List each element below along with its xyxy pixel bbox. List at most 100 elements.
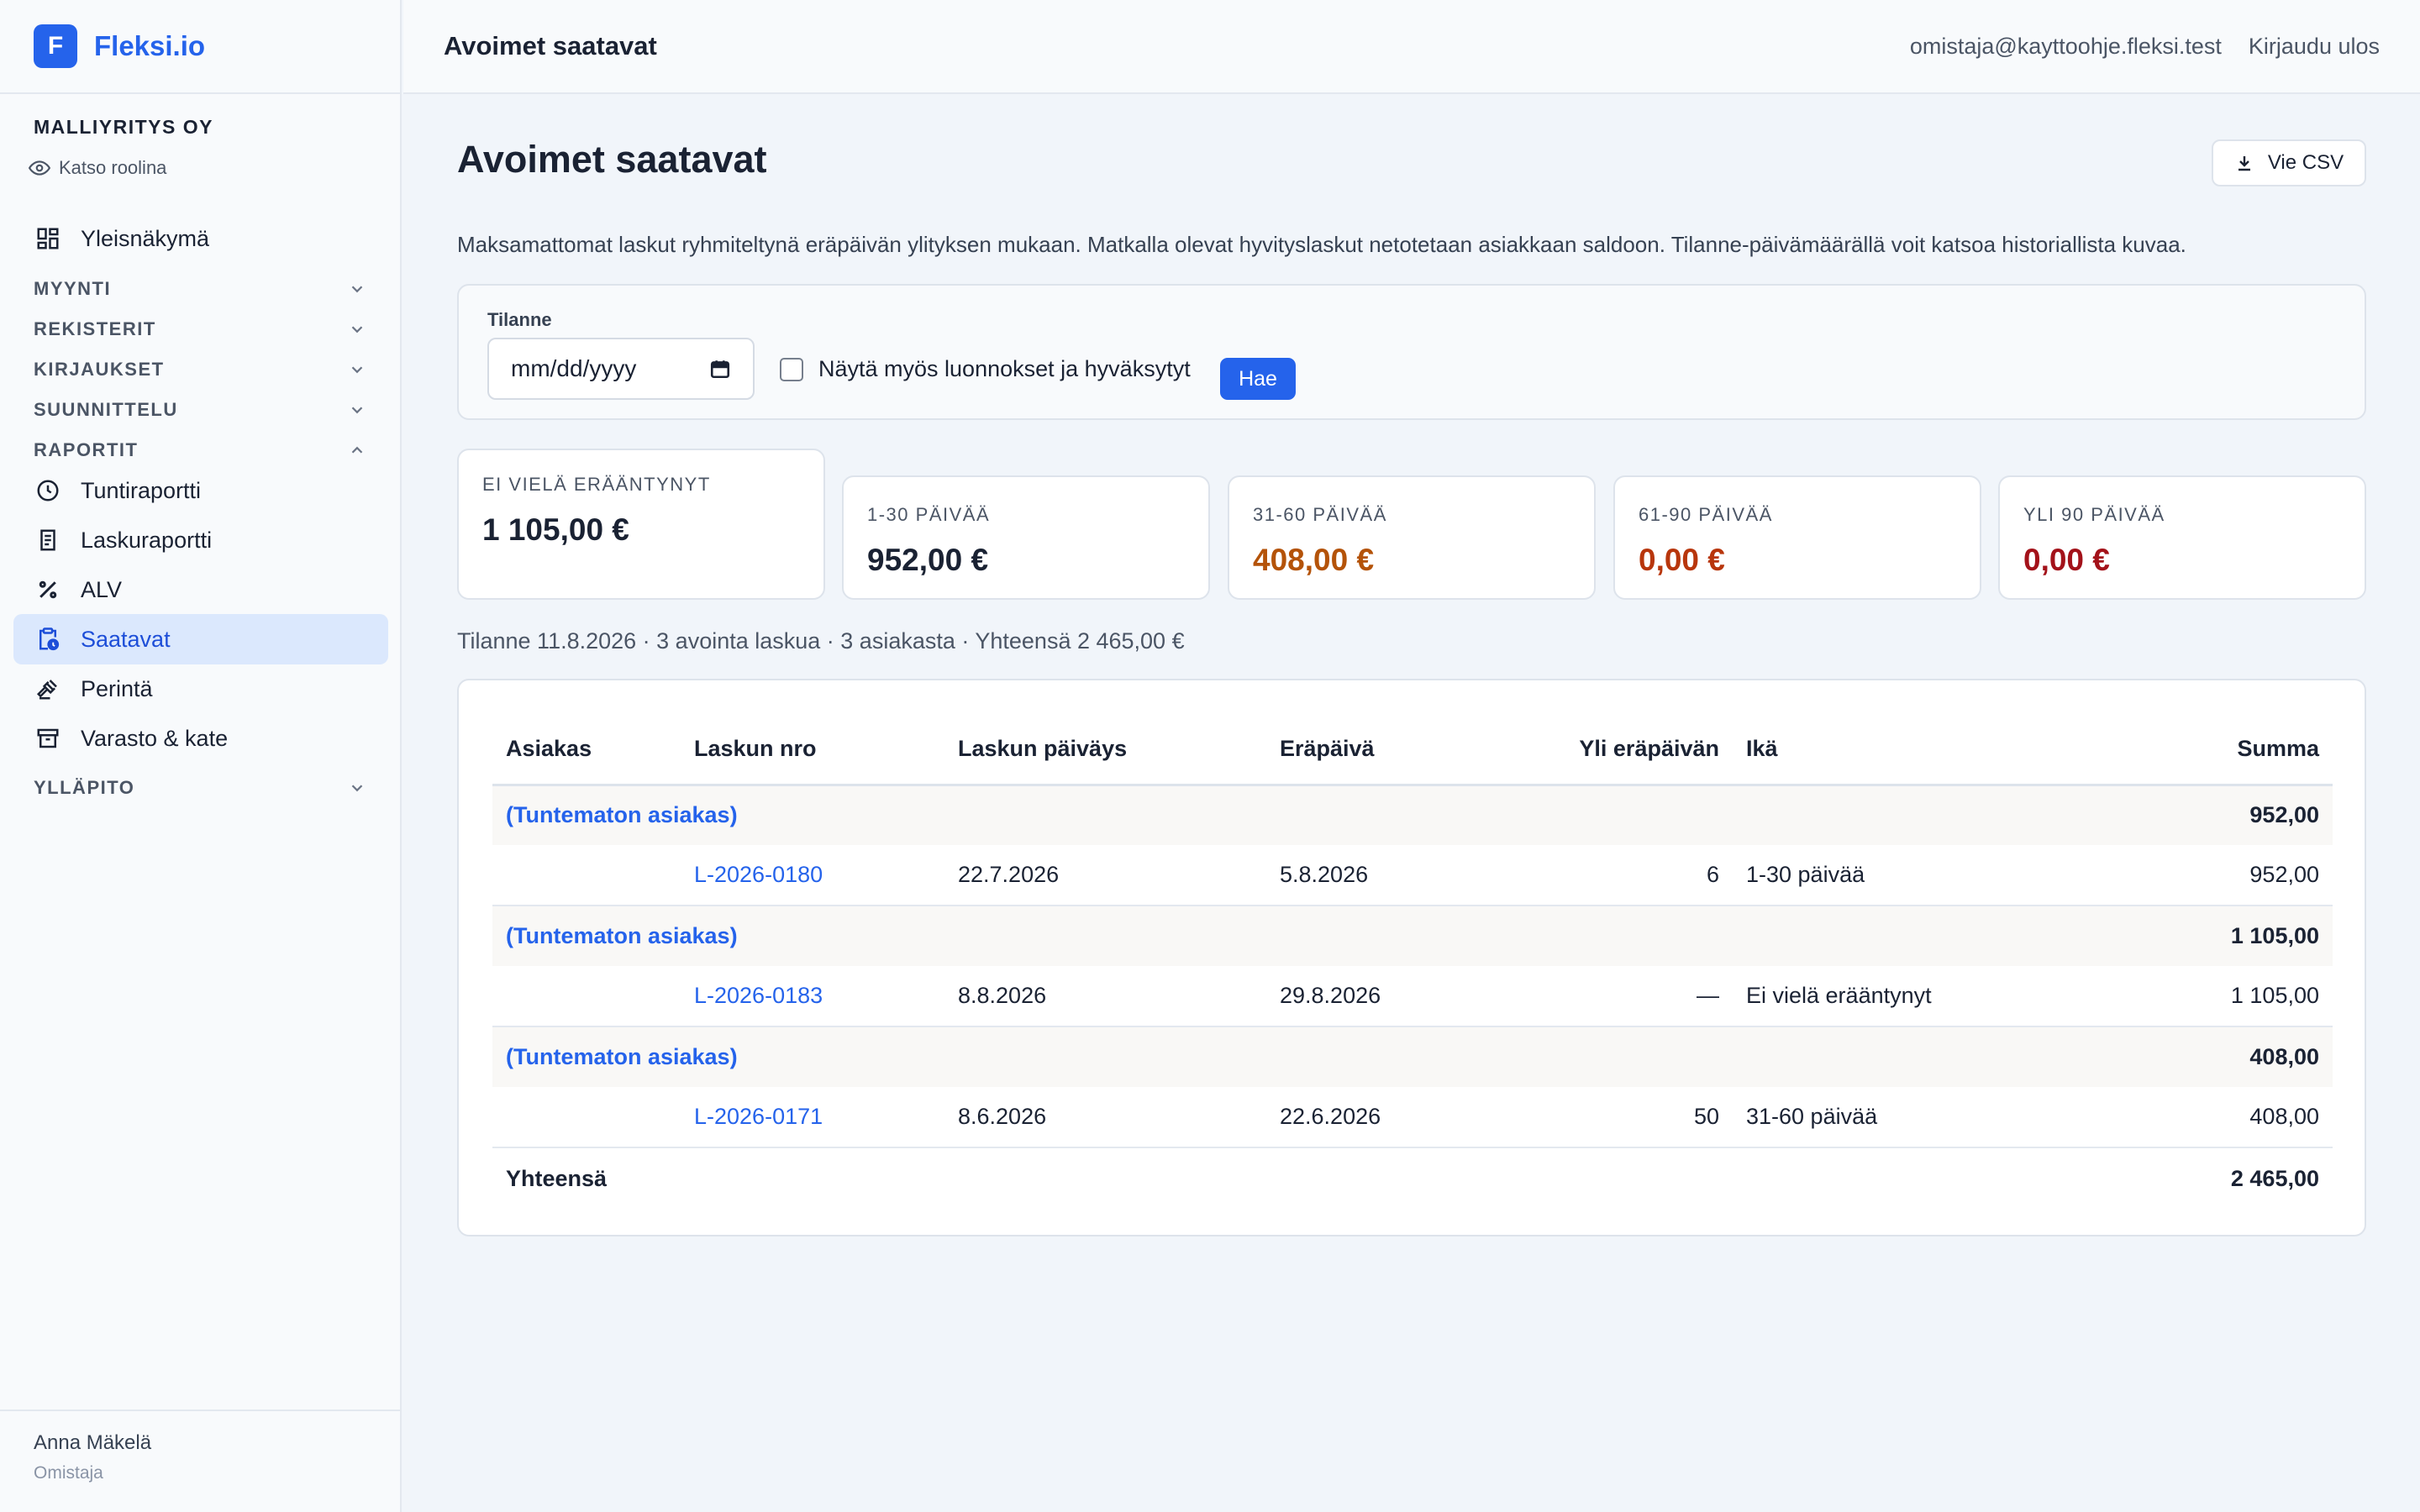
customer-total: 952,00 [2069, 785, 2333, 845]
column-header[interactable]: Laskun nro [681, 714, 944, 786]
logout-link[interactable]: Kirjaudu ulos [2249, 34, 2380, 60]
customer-group-row: (Tuntematon asiakas) 408,00 [492, 1026, 2333, 1087]
archive-box-icon [37, 728, 59, 748]
dashboard-icon [37, 228, 59, 249]
company-name: MALLIYRITYS OY [34, 116, 213, 138]
table-row: L-2026-0180 22.7.2026 5.8.2026 6 1-30 pä… [492, 845, 2333, 906]
nav-section-reports[interactable]: RAPORTIT [34, 433, 366, 467]
invoice-number-link[interactable]: L-2026-0180 [681, 845, 944, 906]
table-total-row: Yhteensä 2 465,00 [492, 1147, 2333, 1210]
section-label: SUUNNITTELU [34, 399, 178, 420]
nav-section-sales[interactable]: MYYNTI [34, 272, 366, 306]
sidebar-item-receivables[interactable]: Saatavat [13, 614, 388, 664]
column-header[interactable]: Asiakas [492, 714, 681, 786]
age-bucket: Ei vielä erääntynyt [1733, 966, 2069, 1027]
include-drafts-checkbox[interactable] [780, 357, 803, 381]
receipt-icon [40, 529, 55, 551]
search-button[interactable]: Hae [1220, 358, 1296, 400]
section-label: KIRJAUKSET [34, 359, 165, 380]
chevron-down-icon [351, 326, 363, 333]
customer-link[interactable]: (Tuntematon asiakas) [492, 1026, 944, 1087]
invoice-amount: 408,00 [2069, 1087, 2333, 1148]
column-header[interactable]: Summa [2069, 714, 2333, 786]
sidebar-item-collection[interactable]: Perintä [13, 664, 388, 714]
chevron-down-icon [351, 286, 363, 293]
chevron-down-icon [351, 366, 363, 374]
filter-card: Tilanne mm/dd/yyyy Näytä myös luonnokset… [457, 284, 2366, 420]
sidebar-item-label: Yleisnäkymä [81, 225, 210, 251]
age-bucket: 1-30 päivää [1733, 845, 2069, 906]
summary-card-1-30: 1-30 PÄIVÄÄ 952,00 € [842, 475, 1210, 600]
sidebar-item-invoice-report[interactable]: Laskuraportti [13, 515, 388, 565]
summary-value: 1 105,00 € [482, 512, 629, 547]
nav-section-registers[interactable]: REKISTERIT [34, 312, 366, 346]
user-info: Anna Mäkelä Omistaja [0, 1410, 402, 1512]
section-label: RAPORTIT [34, 439, 139, 460]
summary-card-61-90: 61-90 PÄIVÄÄ 0,00 € [1613, 475, 1981, 600]
invoice-amount: 1 105,00 [2069, 966, 2333, 1027]
nav-section-planning[interactable]: SUUNNITTELU [34, 393, 366, 427]
user-email: omistaja@kayttoohje.fleksi.test [1909, 33, 2222, 59]
sidebar-item-inventory[interactable]: Varasto & kate [13, 713, 388, 764]
clock-icon [37, 480, 59, 501]
customer-link[interactable]: (Tuntematon asiakas) [492, 906, 944, 966]
sidebar-item-hour-report[interactable]: Tuntiraportti [13, 465, 388, 516]
download-icon [2238, 156, 2250, 171]
date-filter-label: Tilanne [487, 309, 552, 330]
topbar-title: Avoimet saatavat [444, 31, 657, 60]
date-input[interactable]: mm/dd/yyyy [487, 338, 755, 400]
column-header[interactable]: Yli eräpäivän [1518, 714, 1733, 786]
customer-total: 408,00 [2069, 1026, 2333, 1087]
sidebar-item-label: Laskuraportti [81, 527, 213, 553]
sidebar-item-vat[interactable]: ALV [13, 564, 388, 615]
view-as-role-link[interactable]: Katso roolina [29, 157, 166, 179]
nav-section-bookkeeping[interactable]: KIRJAUKSET [34, 353, 366, 386]
eye-icon [29, 160, 50, 176]
invoice-date: 8.8.2026 [944, 966, 1266, 1027]
percent-icon [39, 580, 57, 599]
summary-card-not-due: EI VIELÄ ERÄÄNTYNYT 1 105,00 € [457, 449, 825, 600]
summary-value: 0,00 € [2023, 543, 2110, 577]
column-header[interactable]: Laskun päiväys [944, 714, 1266, 786]
calendar-icon[interactable] [709, 358, 731, 380]
section-label: REKISTERIT [34, 318, 156, 339]
due-date: 5.8.2026 [1266, 845, 1518, 906]
table-header-row: Asiakas Laskun nro Laskun päiväys Eräpäi… [492, 714, 2333, 786]
clipboard-clock-icon [39, 627, 60, 651]
summary-value: 408,00 € [1253, 543, 1375, 577]
nav-section-maintenance[interactable]: YLLÄPITO [34, 771, 366, 805]
topbar: Avoimet saatavat omistaja@kayttoohje.fle… [403, 0, 2420, 94]
age-bucket: 31-60 päivää [1733, 1087, 2069, 1148]
customer-link[interactable]: (Tuntematon asiakas) [492, 785, 944, 845]
summary-value: 0,00 € [1639, 543, 1725, 577]
section-label: YLLÄPITO [34, 777, 135, 798]
invoice-date: 22.7.2026 [944, 845, 1266, 906]
export-csv-button[interactable]: Vie CSV [2212, 139, 2366, 186]
column-header[interactable]: Ikä [1733, 714, 2069, 786]
due-date: 22.6.2026 [1266, 1087, 1518, 1148]
sidebar-item-label: ALV [81, 576, 123, 602]
column-header[interactable]: Eräpäivä [1266, 714, 1518, 786]
days-overdue: 6 [1518, 845, 1733, 906]
include-drafts-label: Näytä myös luonnokset ja hyväksytyt [818, 356, 1191, 381]
include-drafts-option[interactable]: Näytä myös luonnokset ja hyväksytyt [780, 356, 1191, 382]
date-placeholder: mm/dd/yyyy [511, 355, 637, 381]
page-title: Avoimet saatavat [457, 138, 767, 181]
invoice-number-link[interactable]: L-2026-0183 [681, 966, 944, 1027]
sidebar-item-label: Saatavat [81, 626, 171, 652]
receivables-table: Asiakas Laskun nro Laskun päiväys Eräpäi… [492, 714, 2333, 1210]
summary-label: 31-60 PÄIVÄÄ [1253, 504, 1387, 525]
summary-value: 952,00 € [867, 543, 989, 577]
summary-card-over-90: YLI 90 PÄIVÄÄ 0,00 € [1998, 475, 2366, 600]
customer-group-row: (Tuntematon asiakas) 952,00 [492, 785, 2333, 845]
status-summary: Tilanne 11.8.2026 · 3 avointa laskua · 3… [457, 628, 1185, 654]
invoice-date: 8.6.2026 [944, 1087, 1266, 1148]
sidebar: F Fleksi.io MALLIYRITYS OY Katso roolina… [0, 0, 402, 1512]
user-name: Anna Mäkelä [34, 1431, 152, 1454]
user-role: Omistaja [34, 1463, 103, 1483]
due-date: 29.8.2026 [1266, 966, 1518, 1027]
invoice-number-link[interactable]: L-2026-0171 [681, 1087, 944, 1148]
sidebar-item-overview[interactable]: Yleisnäkymä [13, 213, 388, 264]
brand[interactable]: F Fleksi.io [0, 0, 400, 94]
sidebar-item-label: Tuntiraportti [81, 477, 202, 503]
